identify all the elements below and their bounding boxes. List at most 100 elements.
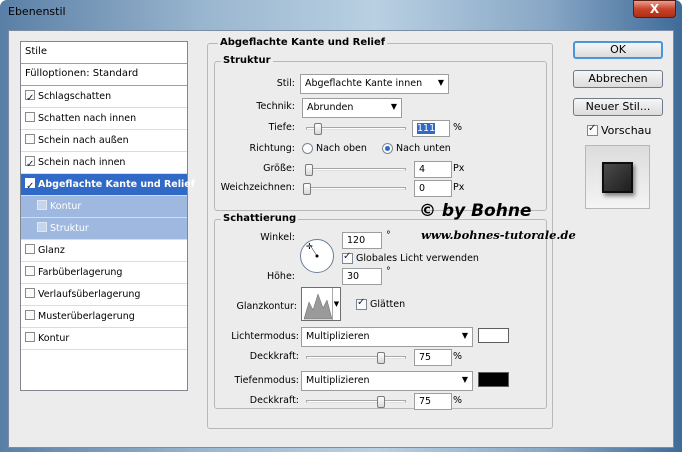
direction-up-label[interactable]: Nach oben (316, 143, 367, 154)
shadow-opacity-input[interactable]: 75 (414, 393, 452, 410)
style-list-item[interactable]: Struktur (21, 218, 187, 240)
style-list-item[interactable]: Verlaufsüberlagerung (21, 284, 187, 306)
depth-slider-thumb[interactable] (313, 123, 322, 135)
shadow-opacity-unit: % (453, 395, 463, 406)
shadow-opacity-label: Deckkraft: (249, 395, 299, 406)
highlight-opacity-label: Deckkraft: (249, 351, 299, 362)
direction-down-radio[interactable] (382, 143, 393, 154)
chevron-down-icon: ▼ (437, 78, 444, 87)
soften-label: Weichzeichnen: (220, 182, 295, 193)
style-select[interactable]: Abgeflachte Kante innen ▼ (300, 74, 449, 94)
technique-select[interactable]: Abrunden ▼ (302, 98, 402, 118)
highlight-opacity-thumb[interactable] (376, 352, 385, 364)
style-list-item[interactable]: Schlagschatten (21, 86, 187, 109)
direction-down-label[interactable]: Nach unten (396, 143, 451, 154)
depth-input[interactable]: 111 (412, 120, 450, 137)
style-checkbox[interactable] (25, 112, 35, 122)
highlight-color-swatch[interactable] (478, 328, 509, 343)
technique-value: Abrunden (307, 102, 354, 113)
style-list-item[interactable]: Kontur (21, 196, 187, 218)
contour-curve-icon (303, 293, 333, 320)
svg-text:✛: ✛ (306, 242, 313, 251)
style-checkbox[interactable] (25, 154, 35, 175)
shadow-mode-select[interactable]: Multiplizieren ▼ (301, 371, 473, 391)
style-list-item[interactable]: Abgeflachte Kante und Relief (21, 174, 195, 197)
watermark-author: © by Bohne (419, 201, 532, 221)
style-checkbox[interactable] (25, 288, 35, 298)
shadow-opacity-slider[interactable] (306, 396, 406, 408)
dialog-window: Ebenenstil X Stile Fülloptionen: Standar… (0, 0, 682, 452)
angle-unit: ° (386, 230, 391, 241)
direction-up-radio[interactable] (302, 143, 313, 154)
style-checkbox[interactable] (25, 176, 35, 197)
antialias-label[interactable]: Glätten (370, 299, 405, 310)
dialog-client: Stile Fülloptionen: Standard Schlagschat… (8, 30, 674, 448)
style-checkbox[interactable] (25, 332, 35, 342)
style-list-item[interactable]: Musterüberlagerung (21, 306, 187, 328)
style-list-item[interactable]: Schatten nach innen (21, 108, 187, 130)
altitude-label: Höhe: (266, 271, 295, 282)
size-input[interactable]: 4 (414, 161, 452, 178)
angle-dial[interactable]: ✛ (299, 238, 335, 274)
style-list-item-label: Verlaufsüberlagerung (38, 289, 141, 300)
cancel-button[interactable]: Abbrechen (573, 70, 663, 88)
depth-label: Tiefe: (268, 122, 295, 133)
chevron-down-icon[interactable]: ▼ (332, 288, 340, 320)
gloss-contour-picker[interactable]: ▼ (301, 287, 341, 321)
style-list-item[interactable]: Schein nach innen (21, 152, 187, 175)
style-list-item-label: Kontur (38, 333, 70, 344)
size-slider[interactable] (304, 164, 406, 176)
title-bar[interactable]: Ebenenstil X (0, 0, 682, 24)
global-light-label[interactable]: Globales Licht verwenden (356, 253, 479, 264)
style-list-item-label: Abgeflachte Kante und Relief (38, 179, 195, 190)
style-list-item[interactable]: Kontur (21, 328, 187, 350)
style-checkbox[interactable] (25, 88, 35, 109)
angle-input[interactable]: 120 (342, 232, 382, 249)
style-list-item[interactable]: Farbüberlagerung (21, 262, 187, 284)
highlight-mode-select[interactable]: Multiplizieren ▼ (301, 327, 473, 347)
styles-list: Stile Fülloptionen: Standard Schlagschat… (20, 41, 195, 391)
depth-slider[interactable] (306, 123, 406, 135)
altitude-input[interactable]: 30 (342, 268, 382, 285)
preview-label[interactable]: Vorschau (601, 124, 651, 137)
depth-value: 111 (417, 123, 436, 134)
new-style-button[interactable]: Neuer Stil... (573, 98, 663, 116)
style-checkbox[interactable] (25, 244, 35, 254)
style-checkbox[interactable] (25, 266, 35, 276)
style-preview-thumbnail (585, 145, 650, 209)
preview-checkbox[interactable] (587, 123, 598, 136)
style-checkbox[interactable] (37, 222, 47, 232)
style-list-item[interactable]: Glanz (21, 240, 187, 262)
shadow-color-swatch[interactable] (478, 372, 509, 387)
depth-unit: % (453, 122, 463, 133)
style-checkbox[interactable] (25, 134, 35, 144)
size-unit: Px (453, 163, 465, 174)
styles-header[interactable]: Stile (21, 42, 187, 64)
preview-swatch (602, 162, 633, 193)
soften-unit: Px (453, 182, 465, 193)
chevron-down-icon: ▼ (461, 375, 468, 384)
blend-options-item[interactable]: Fülloptionen: Standard (21, 64, 187, 86)
highlight-mode-value: Multiplizieren (306, 331, 370, 342)
highlight-opacity-slider[interactable] (306, 352, 406, 364)
ok-button[interactable]: OK (573, 41, 663, 59)
style-checkbox[interactable] (25, 310, 35, 320)
size-slider-thumb[interactable] (304, 164, 313, 176)
shadow-opacity-thumb[interactable] (376, 396, 385, 408)
global-light-checkbox[interactable] (342, 251, 353, 264)
style-list-item[interactable]: Schein nach außen (21, 130, 187, 152)
soften-input[interactable]: 0 (414, 180, 452, 197)
shading-title: Schattierung (221, 213, 299, 224)
soften-slider[interactable] (303, 183, 406, 195)
style-list-item-label: Schein nach innen (38, 157, 126, 168)
highlight-opacity-input[interactable]: 75 (414, 349, 452, 366)
style-label: Stil: (276, 78, 295, 89)
watermark-url: www.bohnes-tutorale.de (421, 228, 576, 242)
style-list-item-label: Kontur (50, 201, 82, 212)
style-checkbox[interactable] (37, 200, 47, 210)
antialias-checkbox[interactable] (356, 297, 367, 310)
close-button[interactable]: X (633, 0, 676, 18)
chevron-down-icon: ▼ (390, 102, 397, 111)
style-list-item-label: Schlagschatten (38, 91, 112, 102)
soften-slider-thumb[interactable] (303, 183, 311, 195)
